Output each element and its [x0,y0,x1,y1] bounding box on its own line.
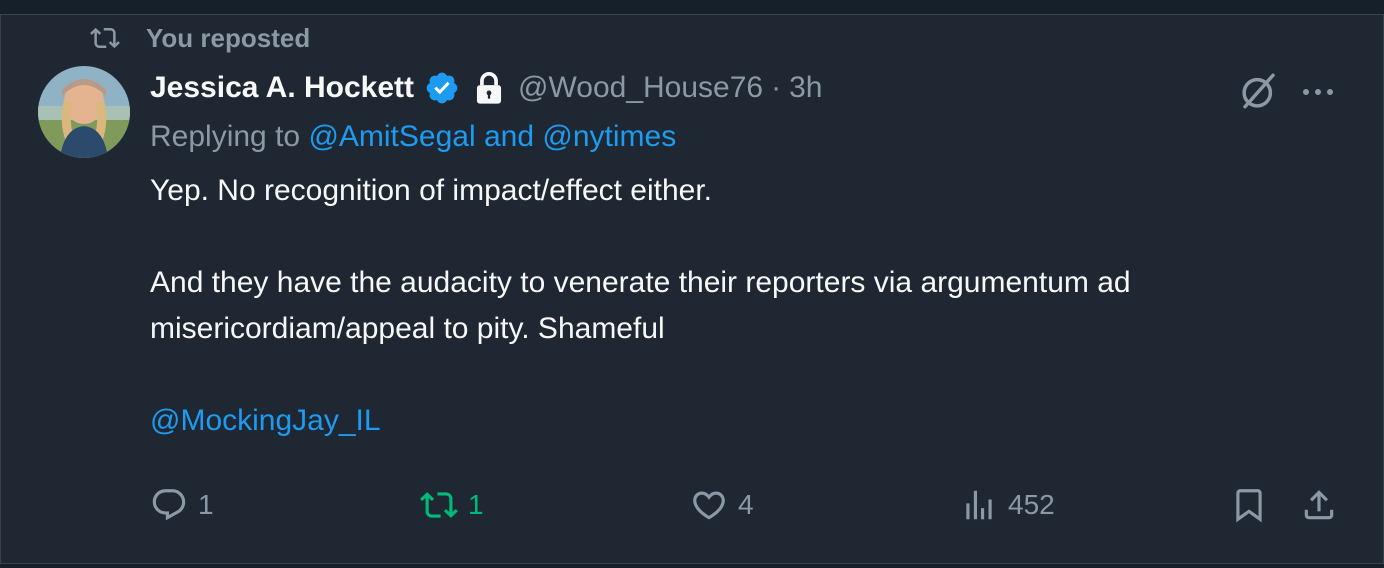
grok-icon[interactable] [1238,70,1280,112]
avatar[interactable] [38,66,130,158]
mention-mockingjay[interactable]: @MockingJay_IL [150,398,1350,444]
repost-count: 1 [468,489,484,520]
replying-conj[interactable]: and [484,120,534,153]
tweet-line-2: And they have the audacity to venerate t… [150,266,1131,345]
bookmark-icon [1236,489,1262,523]
heart-icon [693,491,725,520]
reply-icon [152,489,186,521]
replying-to: Replying to @AmitSegal and @nytimes [150,120,676,154]
repost-label: You reposted [146,22,311,53]
separator: · [771,71,782,104]
reply-count: 1 [198,489,214,520]
repost-icon [420,492,458,518]
more-icon[interactable] [1298,80,1338,104]
like-count: 4 [738,489,754,520]
repost-icon [90,27,120,49]
share-button[interactable] [1300,480,1348,530]
share-icon [1304,490,1334,520]
author-handle[interactable]: @Wood_House76 [518,71,763,105]
views-count: 452 [1008,489,1055,520]
repost-button[interactable]: 1 [420,480,484,530]
mention-amitsegal[interactable]: @AmitSegal [308,120,475,153]
verified-badge-icon[interactable] [424,70,460,106]
views-icon [966,490,992,520]
tweet-text: Yep. No recognition of impact/effect eit… [150,168,1350,444]
mention-nytimes[interactable]: @nytimes [542,120,676,153]
bookmark-button[interactable] [1230,480,1278,530]
like-button[interactable]: 4 [690,480,754,530]
tweet-line-1: Yep. No recognition of impact/effect eit… [150,174,713,207]
action-bar: 1 1 4 452 [0,480,1384,530]
top-strip [0,0,1384,15]
replying-prefix: Replying to [150,120,301,153]
views-button[interactable]: 452 [960,480,1055,530]
author-name[interactable]: Jessica A. Hockett [150,71,414,105]
timestamp[interactable]: 3h [789,71,822,105]
repost-indicator: You reposted [90,22,310,54]
tweet-header: Jessica A. Hockett @Wood_House76 · 3h [150,68,822,108]
reply-button[interactable]: 1 [150,480,214,530]
lock-icon [476,72,502,104]
